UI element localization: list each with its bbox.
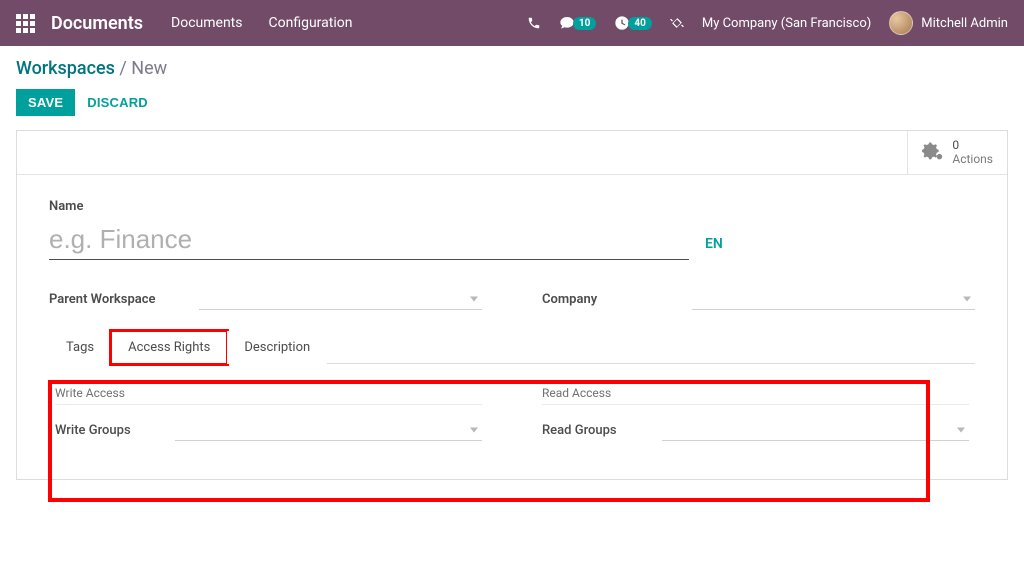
breadcrumb-current: New [131, 58, 167, 79]
top-fields: Parent Workspace Company [49, 288, 975, 310]
write-access-section: Write Access [55, 386, 482, 405]
title-row: EN [49, 220, 975, 260]
tab-description[interactable]: Description [227, 331, 327, 364]
avatar [889, 11, 913, 35]
activities-badge: 40 [628, 17, 651, 30]
activities-icon[interactable]: 40 [614, 15, 651, 31]
read-groups-input[interactable] [662, 419, 969, 441]
nav-item-configuration[interactable]: Configuration [269, 15, 353, 31]
tab-tags[interactable]: Tags [49, 331, 111, 364]
lang-button[interactable]: EN [705, 236, 723, 260]
name-input[interactable] [49, 220, 689, 260]
discard-button[interactable]: DISCARD [87, 95, 148, 110]
read-access-section: Read Access [542, 386, 969, 405]
actions-label: Actions [952, 152, 993, 166]
cp-buttons: SAVE DISCARD [16, 89, 1008, 116]
company-input[interactable] [692, 288, 975, 310]
read-groups-label: Read Groups [542, 423, 662, 438]
form-sheet: 0 Actions Name EN Parent Workspace Comp [16, 130, 1008, 480]
parent-workspace-input[interactable] [199, 288, 482, 310]
nav-menu: Documents Configuration [171, 15, 352, 31]
tab-page-access-rights: Write Access Write Groups Read Access Re… [49, 364, 975, 469]
form-wrap: 0 Actions Name EN Parent Workspace Comp [0, 130, 1024, 480]
write-groups-label: Write Groups [55, 423, 175, 438]
apps-icon[interactable] [16, 14, 35, 33]
breadcrumb-sep: / [115, 58, 131, 79]
button-box: 0 Actions [17, 131, 1007, 175]
actions-stat-button[interactable]: 0 Actions [907, 131, 1007, 174]
breadcrumb-root[interactable]: Workspaces [16, 58, 115, 79]
messages-icon[interactable]: 10 [559, 15, 596, 31]
sheet-body: Name EN Parent Workspace Company [17, 175, 1007, 479]
nav-item-documents[interactable]: Documents [171, 15, 242, 31]
control-panel: Workspaces / New SAVE DISCARD [0, 46, 1024, 130]
app-title: Documents [51, 13, 143, 34]
gears-icon [922, 142, 944, 164]
save-button[interactable]: SAVE [16, 89, 75, 116]
user-menu[interactable]: Mitchell Admin [889, 11, 1008, 35]
messages-badge: 10 [573, 17, 596, 30]
debug-icon[interactable] [670, 16, 684, 30]
user-name: Mitchell Admin [921, 16, 1008, 31]
voip-icon[interactable] [527, 16, 541, 30]
systray: 10 40 My Company (San Francisco) Mitchel… [527, 11, 1008, 35]
company-label: Company [542, 292, 692, 307]
breadcrumb: Workspaces / New [16, 58, 1008, 79]
write-groups-input[interactable] [175, 419, 482, 441]
company-switcher[interactable]: My Company (San Francisco) [702, 16, 871, 31]
name-label: Name [49, 199, 975, 214]
navbar: Documents Documents Configuration 10 40 … [0, 0, 1024, 46]
tab-access-rights[interactable]: Access Rights [111, 331, 227, 364]
parent-workspace-label: Parent Workspace [49, 292, 199, 307]
tabs: Tags Access Rights Description [49, 330, 975, 364]
actions-count: 0 [952, 139, 993, 152]
